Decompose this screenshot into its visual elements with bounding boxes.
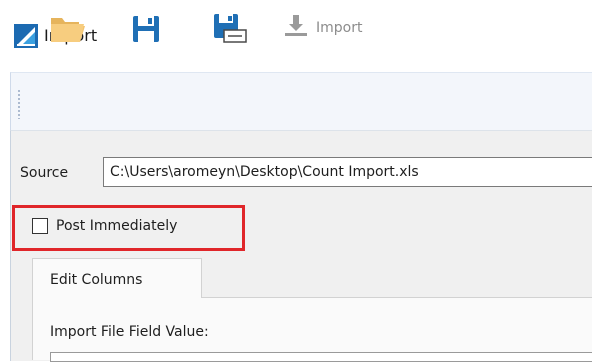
save-icon bbox=[128, 10, 164, 46]
app-logo-icon bbox=[14, 24, 38, 48]
save-as-button[interactable] bbox=[210, 10, 250, 46]
toolbar-grip[interactable] bbox=[17, 89, 21, 119]
import-label: Import bbox=[316, 20, 363, 36]
download-icon bbox=[282, 13, 310, 43]
source-field[interactable]: C:\Users\aromeyn\Desktop\Count Import.xl… bbox=[103, 157, 592, 187]
toolbar bbox=[10, 72, 592, 131]
open-button[interactable] bbox=[48, 10, 88, 46]
open-folder-icon bbox=[48, 10, 88, 46]
import-file-field-input[interactable] bbox=[50, 352, 592, 362]
save-button[interactable] bbox=[128, 10, 164, 46]
import-button[interactable]: Import bbox=[282, 14, 362, 42]
source-label: Source bbox=[20, 165, 69, 181]
import-file-field-label: Import File Field Value: bbox=[50, 324, 209, 340]
tab-edit-columns-label: Edit Columns bbox=[50, 272, 143, 288]
save-as-icon bbox=[210, 10, 250, 46]
post-immediately-checkbox[interactable] bbox=[32, 218, 48, 234]
post-immediately-label[interactable]: Post Immediately bbox=[56, 216, 177, 236]
